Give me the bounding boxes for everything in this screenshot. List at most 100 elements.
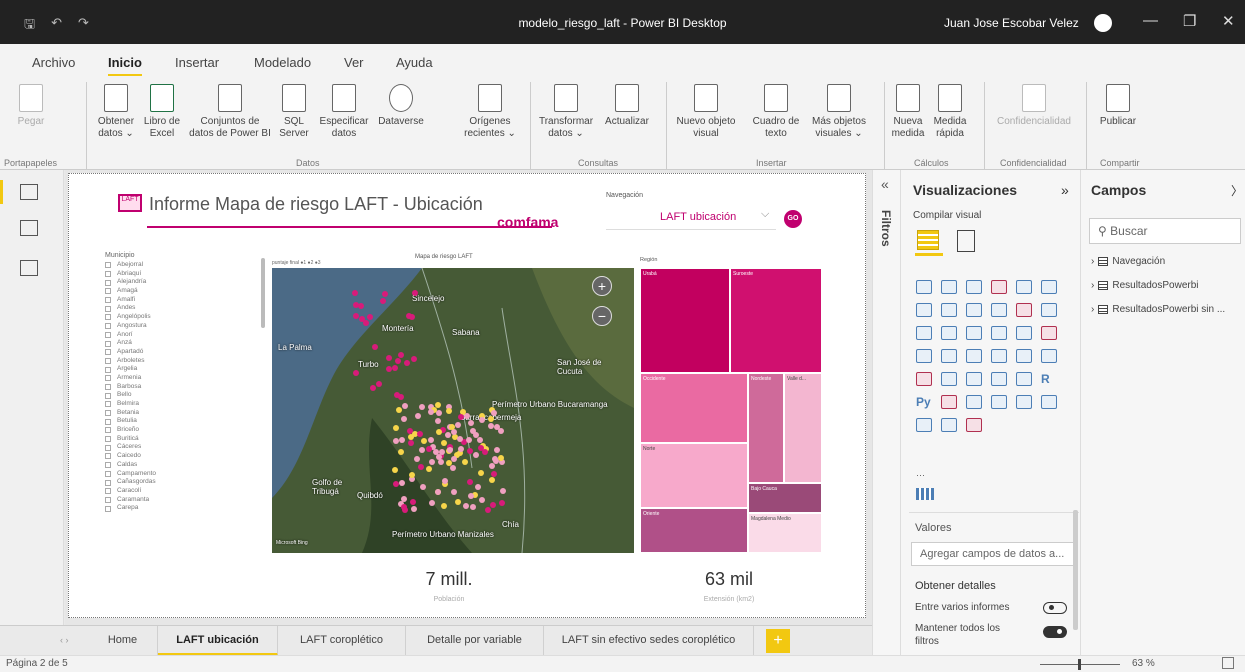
menu-insertar[interactable]: Insertar xyxy=(175,55,219,70)
slicer-item[interactable]: Campamento xyxy=(105,470,250,479)
avatar[interactable] xyxy=(1094,14,1112,32)
slicer-item[interactable]: Armenia xyxy=(105,374,250,383)
checkbox[interactable] xyxy=(105,496,111,503)
report-view-icon[interactable] xyxy=(20,184,38,200)
tab-laft-sin-efectivo[interactable]: LAFT sin efectivo sedes coroplético xyxy=(544,626,754,656)
treemap-tile[interactable]: Occidente xyxy=(640,373,748,443)
map-point[interactable] xyxy=(479,496,486,503)
new-visual-button[interactable]: Nuevo objeto visual xyxy=(674,84,738,140)
map-point[interactable] xyxy=(434,488,441,495)
checkbox[interactable] xyxy=(105,505,111,512)
checkbox[interactable] xyxy=(105,401,111,408)
qa-icon[interactable] xyxy=(991,395,1007,409)
map-point[interactable] xyxy=(419,483,426,490)
add-page-button[interactable]: + xyxy=(766,629,790,653)
treemap-tile[interactable]: Oriente xyxy=(640,508,748,553)
filters-pane[interactable]: « Filtros xyxy=(872,170,900,655)
slicer-item[interactable]: Apartadó xyxy=(105,348,250,357)
checkbox[interactable] xyxy=(105,392,111,399)
checkbox[interactable] xyxy=(105,444,111,451)
sensitivity-button[interactable]: Confidencialidad xyxy=(990,84,1078,128)
tab-detalle-variable[interactable]: Detalle por variable xyxy=(406,626,544,656)
100-column-icon[interactable] xyxy=(1041,280,1057,294)
map-point[interactable] xyxy=(490,470,497,477)
area-icon[interactable] xyxy=(941,303,957,317)
go-button[interactable]: GO xyxy=(784,210,802,228)
cross-report-toggle[interactable] xyxy=(1043,602,1067,614)
checkbox[interactable] xyxy=(105,271,111,278)
map-point[interactable] xyxy=(456,435,463,442)
slicer-item[interactable]: Buriticá xyxy=(105,435,250,444)
slicer-item[interactable]: Anorí xyxy=(105,331,250,340)
expand-icon[interactable]: » xyxy=(1061,182,1069,198)
checkbox[interactable] xyxy=(105,436,111,443)
minimize-button[interactable]: — xyxy=(1143,12,1158,29)
powerbi-datasets-button[interactable]: Conjuntos de datos de Power BI xyxy=(188,84,272,140)
checkbox[interactable] xyxy=(105,349,111,356)
slicer-item[interactable]: Anzá xyxy=(105,339,250,348)
100-bar-icon[interactable] xyxy=(1016,280,1032,294)
map-point[interactable] xyxy=(411,289,418,296)
map-point[interactable] xyxy=(385,365,392,372)
slicer-item[interactable]: Cáceres xyxy=(105,443,250,452)
scatter-icon[interactable] xyxy=(966,326,982,340)
map-point[interactable] xyxy=(498,499,505,506)
line-icon[interactable] xyxy=(916,303,932,317)
treemap-tile[interactable]: Urabá xyxy=(640,268,730,373)
slicer-item[interactable]: Argelia xyxy=(105,365,250,374)
enter-data-button[interactable]: Especificar datos xyxy=(318,84,370,140)
map-point[interactable] xyxy=(375,380,382,387)
more-visuals-icon[interactable]: ··· xyxy=(916,470,925,480)
treemap-tile[interactable]: Suroeste xyxy=(730,268,822,373)
map-point[interactable] xyxy=(426,465,433,472)
line-column-icon[interactable] xyxy=(991,303,1007,317)
text-box-button[interactable]: Cuadro de texto xyxy=(748,84,804,140)
map-point[interactable] xyxy=(441,439,448,446)
checkbox[interactable] xyxy=(105,288,111,295)
menu-inicio[interactable]: Inicio xyxy=(108,55,142,77)
map-point[interactable] xyxy=(499,487,506,494)
treemap-tile[interactable]: Norte xyxy=(640,443,748,508)
map-point[interactable] xyxy=(397,352,404,359)
custom-visual-icon[interactable] xyxy=(916,488,934,500)
map-point[interactable] xyxy=(469,503,476,510)
table-icon[interactable] xyxy=(991,372,1007,386)
fit-page-icon[interactable] xyxy=(1222,657,1234,669)
map-point[interactable] xyxy=(454,498,461,505)
recent-sources-button[interactable]: Orígenes recientes ⌄ xyxy=(460,84,520,140)
power-automate-icon[interactable] xyxy=(941,418,957,432)
treemap-tile[interactable]: Valle d... xyxy=(784,373,822,483)
waterfall-icon[interactable] xyxy=(916,326,932,340)
map-point[interactable] xyxy=(381,291,388,298)
close-button[interactable]: ✕ xyxy=(1222,12,1235,30)
treemap-icon[interactable] xyxy=(1041,326,1057,340)
slicer-item[interactable]: Caracolí xyxy=(105,487,250,496)
paginated-icon[interactable] xyxy=(1041,395,1057,409)
quick-measure-button[interactable]: Medida rápida xyxy=(928,84,972,140)
matrix-icon[interactable] xyxy=(1016,372,1032,386)
slicer-item[interactable]: Cañasgordas xyxy=(105,478,250,487)
tab-laft-ubicacion[interactable]: LAFT ubicación xyxy=(158,626,278,656)
excel-button[interactable]: Libro de Excel xyxy=(142,84,182,140)
slicer-item[interactable]: Carepa xyxy=(105,504,250,513)
map-point[interactable] xyxy=(392,437,399,444)
funnel-icon[interactable] xyxy=(941,326,957,340)
checkbox[interactable] xyxy=(105,323,111,330)
user-name[interactable]: Juan Jose Escobar Velez xyxy=(944,16,1079,30)
map-point[interactable] xyxy=(472,452,479,459)
checkbox[interactable] xyxy=(105,297,111,304)
map-point[interactable] xyxy=(405,313,412,320)
treemap-tile[interactable]: Nordeste xyxy=(748,373,784,483)
paste-button[interactable]: Pegar xyxy=(16,84,46,128)
map-point[interactable] xyxy=(414,456,420,463)
checkbox[interactable] xyxy=(105,418,111,425)
zoom-out-button[interactable]: − xyxy=(592,306,612,326)
map-point[interactable] xyxy=(398,479,405,486)
refresh-button[interactable]: Actualizar xyxy=(598,84,656,128)
checkbox[interactable] xyxy=(105,305,111,312)
map-point[interactable] xyxy=(478,416,485,423)
chevron-down-icon[interactable]: ⌵ xyxy=(761,208,769,221)
map-point[interactable] xyxy=(352,370,359,377)
map-point[interactable] xyxy=(415,412,422,419)
model-view-icon[interactable] xyxy=(20,260,38,276)
